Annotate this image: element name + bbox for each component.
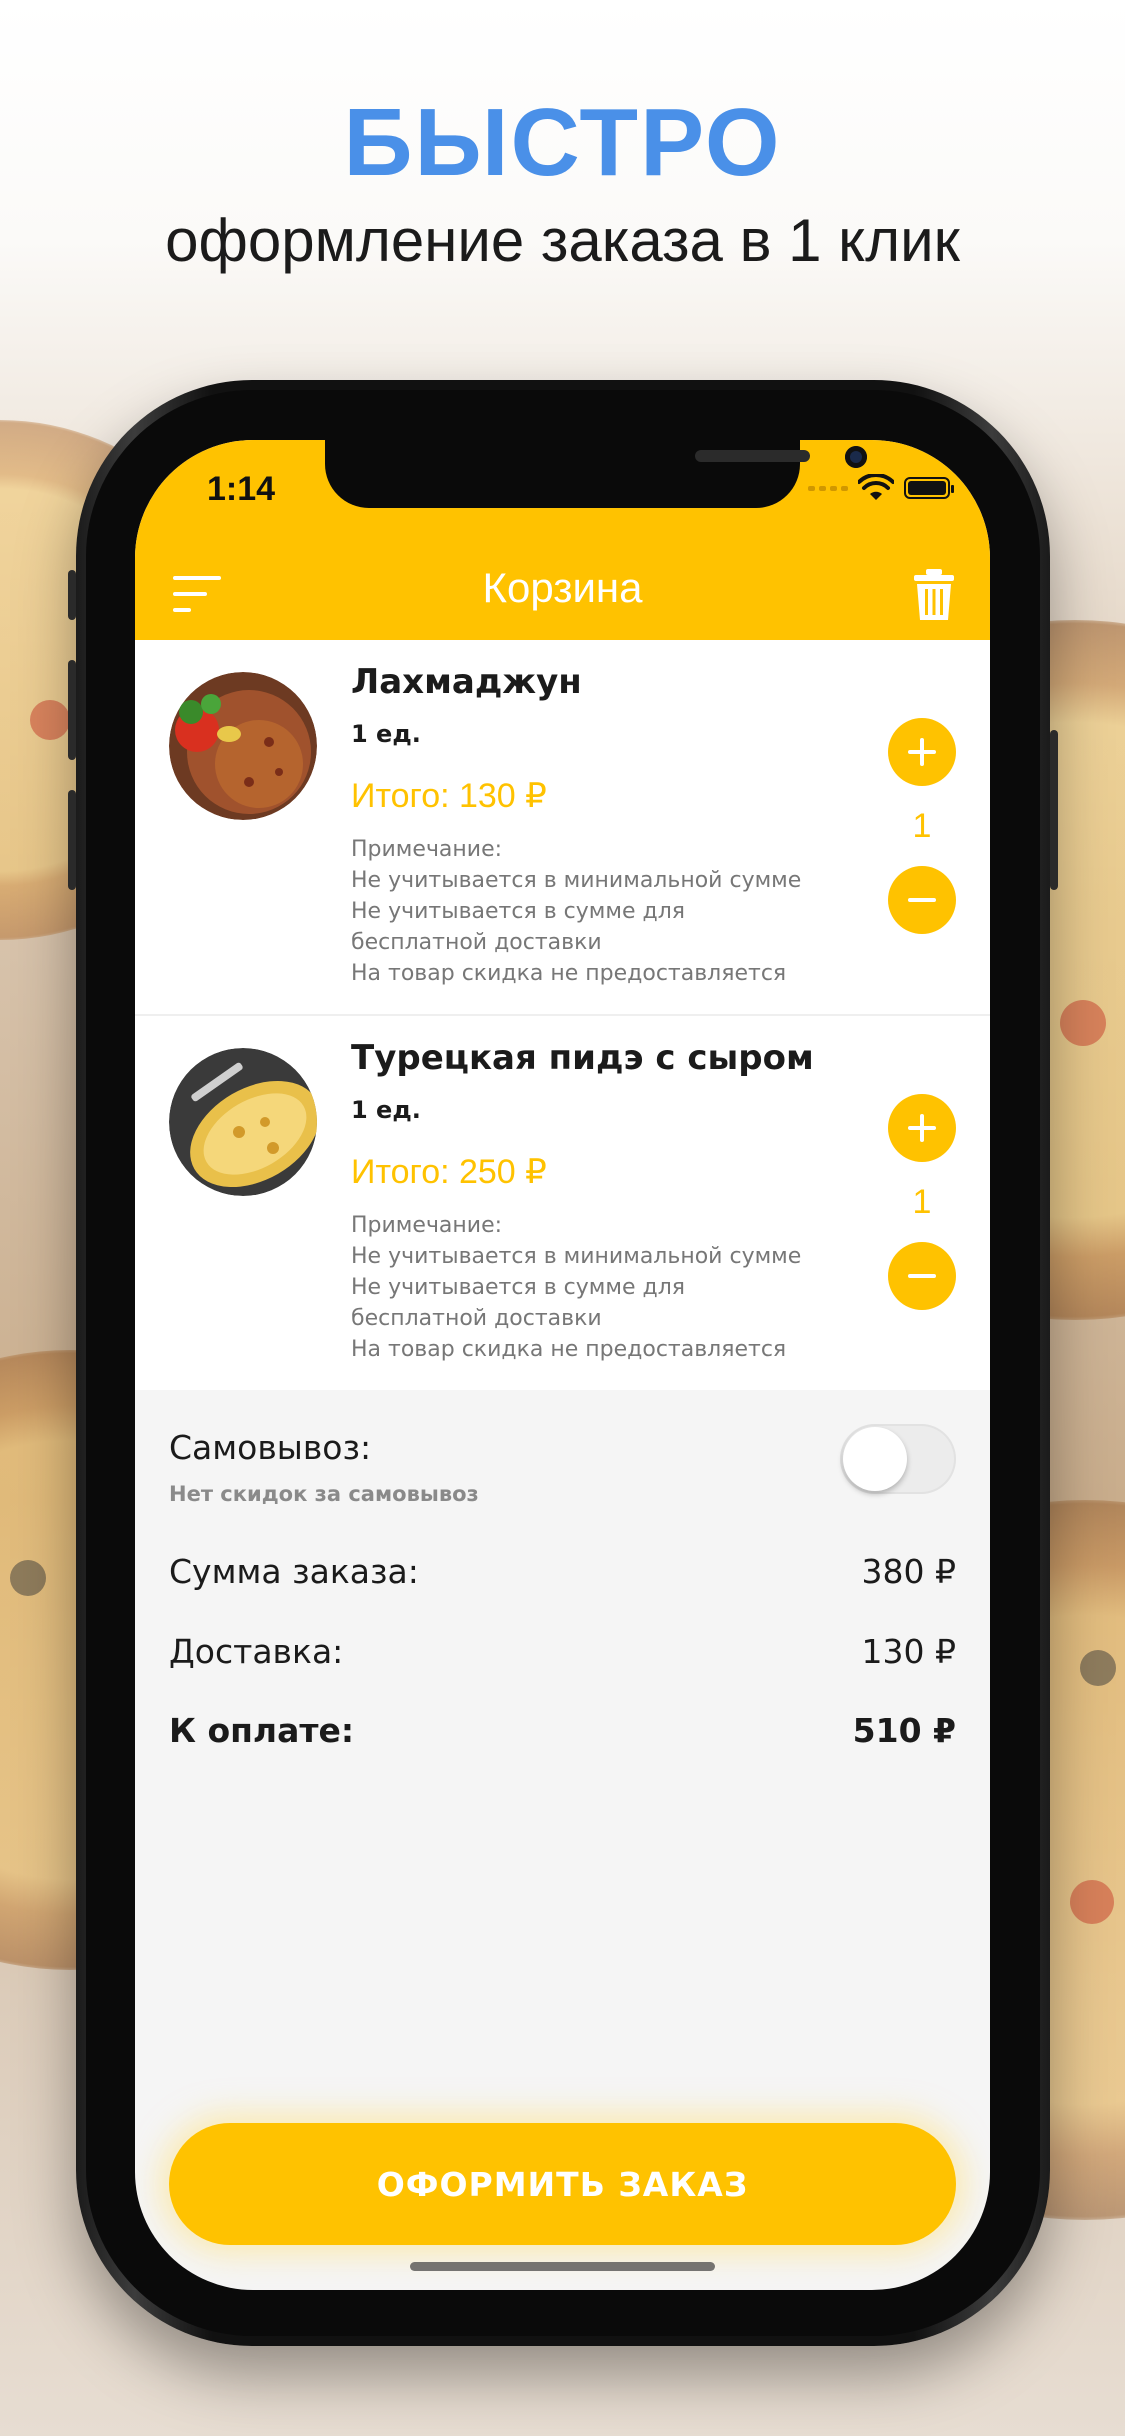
product-note: Примечание: Не учитывается в минимальной… <box>351 837 802 986</box>
topping-decoration <box>30 700 70 740</box>
cart-item: Лахмаджун 1 ед. Итого: 130 ₽ Примечание:… <box>135 640 990 1016</box>
status-time: 1:14 <box>207 470 276 508</box>
signal-icon <box>808 485 848 491</box>
pickup-label: Самовывоз: <box>169 1428 372 1467</box>
battery-icon <box>904 477 954 499</box>
decrease-button[interactable] <box>888 866 956 934</box>
topping-decoration <box>10 1560 46 1596</box>
delivery-value: 130 ₽ <box>861 1632 956 1671</box>
promo-subheadline: оформление заказа в 1 клик <box>165 207 960 274</box>
product-note: Примечание: Не учитывается в минимальной… <box>351 1213 802 1362</box>
quantity-count: 1 <box>912 1183 932 1221</box>
pickup-subtitle: Нет скидок за самовывоз <box>169 1482 479 1506</box>
cart-list: Лахмаджун 1 ед. Итого: 130 ₽ Примечание:… <box>135 640 990 1390</box>
phone-side-button <box>68 570 76 620</box>
quantity-stepper: 1 <box>888 1094 956 1310</box>
phone-side-button <box>68 790 76 890</box>
product-image <box>169 672 317 820</box>
phone-screen: 1:14 Корзина Лахмаджун 1 ед. Итого: 130 … <box>135 440 990 2290</box>
app-header: Корзина <box>135 540 990 640</box>
product-name: Лахмаджун <box>351 662 582 702</box>
status-icons <box>808 474 954 502</box>
notch <box>325 440 867 508</box>
quantity-count: 1 <box>912 807 932 845</box>
to-pay-value: 510 ₽ <box>852 1711 956 1750</box>
topping-decoration <box>1070 1880 1114 1924</box>
page-title: Корзина <box>482 564 643 611</box>
topping-decoration <box>1080 1650 1116 1686</box>
promo-headline: БЫСТРО <box>343 89 782 196</box>
pickup-toggle[interactable] <box>840 1424 956 1494</box>
home-indicator <box>410 2262 715 2271</box>
trash-icon[interactable] <box>912 568 956 622</box>
phone-side-button <box>68 660 76 760</box>
order-sum-label: Сумма заказа: <box>169 1552 419 1591</box>
product-name: Турецкая пидэ с сыром <box>351 1038 814 1078</box>
increase-button[interactable] <box>888 718 956 786</box>
product-image <box>169 1048 317 1196</box>
toggle-knob <box>843 1427 907 1491</box>
decrease-button[interactable] <box>888 1242 956 1310</box>
increase-button[interactable] <box>888 1094 956 1162</box>
quantity-stepper: 1 <box>888 718 956 934</box>
topping-decoration <box>1060 1000 1106 1046</box>
product-total: Итого: 130 ₽ <box>351 777 547 815</box>
phone-side-button <box>1050 730 1058 890</box>
product-quantity-unit: 1 ед. <box>351 720 421 748</box>
order-sum-value: 380 ₽ <box>861 1552 956 1591</box>
checkout-button[interactable]: ОФОРМИТЬ ЗАКАЗ <box>169 2123 956 2245</box>
product-total: Итого: 250 ₽ <box>351 1153 547 1191</box>
cart-item: Турецкая пидэ с сыром 1 ед. Итого: 250 ₽… <box>135 1016 990 1390</box>
to-pay-label: К оплате: <box>169 1711 355 1750</box>
product-quantity-unit: 1 ед. <box>351 1096 421 1124</box>
delivery-label: Доставка: <box>169 1632 344 1671</box>
wifi-icon <box>858 474 894 500</box>
